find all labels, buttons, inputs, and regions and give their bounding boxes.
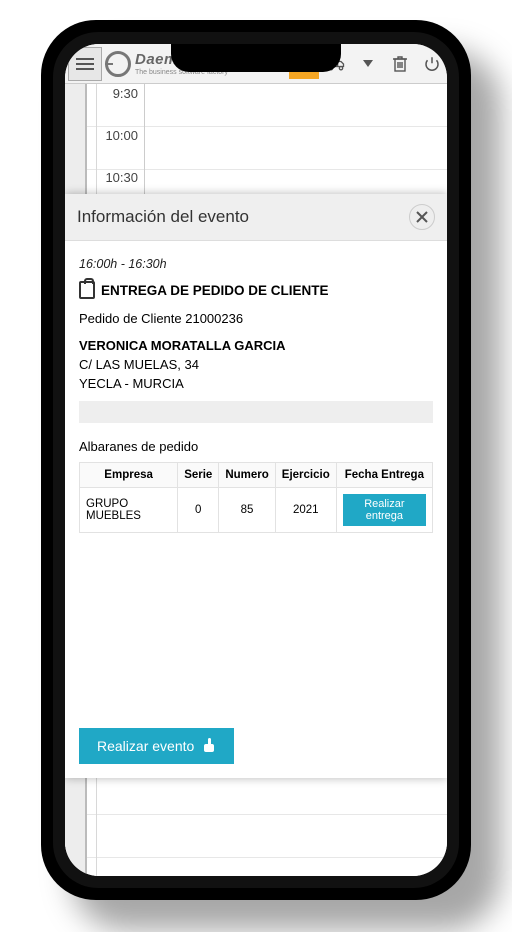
modal-body: 16:00h - 16:30h ENTREGA DE PEDIDO DE CLI… [65,241,447,714]
order-line: Pedido de Cliente 21000236 [79,311,433,326]
event-info-modal: Información del evento 16:00h - 16:30h E… [65,194,447,778]
address-line2: YECLA - MURCIA [79,376,433,391]
dropdown-icon[interactable] [353,49,383,79]
customer-name: VERONICA MORATALLA GARCIA [79,338,433,353]
modal-footer: Realizar evento [65,714,447,778]
col-empresa: Empresa [80,463,178,488]
time-column: 9:30 10:00 10:30 [95,84,145,210]
realizar-evento-button[interactable]: Realizar evento [79,728,234,764]
separator-strip [79,401,433,423]
time-label: 9:30 [95,84,145,126]
event-type-row: ENTREGA DE PEDIDO DE CLIENTE [79,281,433,299]
col-ejercicio: Ejercicio [275,463,336,488]
realizar-entrega-button[interactable]: Realizar entrega [343,494,426,526]
event-type-label: ENTREGA DE PEDIDO DE CLIENTE [101,283,329,298]
modal-header: Información del evento [65,194,447,241]
trash-icon[interactable] [385,49,415,79]
col-numero: Numero [219,463,275,488]
power-icon[interactable] [417,49,447,79]
clipboard-icon [79,281,95,299]
cell-numero: 85 [219,488,275,533]
event-timerange: 16:00h - 16:30h [79,257,433,271]
logo-swirl-icon [105,51,131,77]
albaranes-title: Albaranes de pedido [79,439,433,454]
cell-empresa: GRUPO MUEBLES [80,488,178,533]
address-line1: C/ LAS MUELAS, 34 [79,357,433,372]
cell-ejercicio: 2021 [275,488,336,533]
albaranes-table: Empresa Serie Numero Ejercicio Fecha Ent… [79,462,433,533]
col-serie: Serie [178,463,219,488]
close-icon [416,211,428,223]
time-label: 10:00 [95,126,145,168]
phone-rim: Daemon4 The business software factory [53,32,459,888]
close-button[interactable] [409,204,435,230]
table-row: GRUPO MUEBLES 0 85 2021 Realizar entrega [80,488,433,533]
pointer-hand-icon [202,739,216,753]
menu-button[interactable] [68,47,102,81]
phone-screen: Daemon4 The business software factory [65,44,447,876]
cell-serie: 0 [178,488,219,533]
realizar-evento-label: Realizar evento [97,738,194,754]
modal-title: Información del evento [77,207,249,227]
phone-mockup: Daemon4 The business software factory [41,20,471,900]
table-header-row: Empresa Serie Numero Ejercicio Fecha Ent… [80,463,433,488]
phone-notch [171,44,341,72]
col-fecha-entrega: Fecha Entrega [336,463,432,488]
cell-action: Realizar entrega [336,488,432,533]
